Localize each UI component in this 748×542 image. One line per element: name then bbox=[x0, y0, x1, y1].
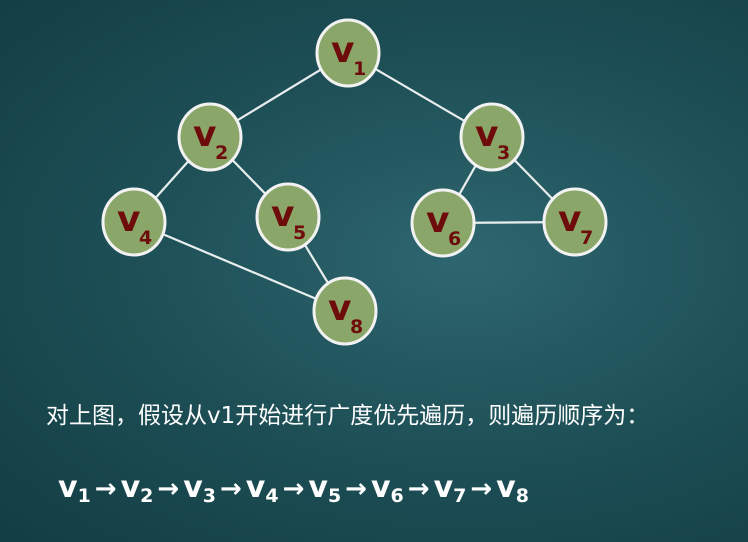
node-letter: v bbox=[475, 114, 498, 155]
vertex-subscript: 6 bbox=[390, 485, 404, 507]
node-subscript: 2 bbox=[215, 142, 228, 164]
node-letter: v bbox=[117, 199, 140, 240]
node-v7: v7 bbox=[542, 187, 608, 257]
arrow-icon: → bbox=[282, 474, 305, 504]
vertex-subscript: 7 bbox=[453, 485, 467, 507]
node-subscript: 7 bbox=[580, 227, 593, 249]
vertex-letter: v bbox=[433, 470, 454, 505]
node-subscript: 6 bbox=[448, 228, 461, 250]
vertex-letter: v bbox=[183, 470, 203, 505]
node-v2: v2 bbox=[177, 102, 243, 172]
vertex-letter: v bbox=[496, 470, 516, 505]
edge-v3-v6 bbox=[458, 164, 477, 196]
vertex-subscript: 4 bbox=[265, 485, 279, 507]
arrow-icon: → bbox=[219, 474, 242, 504]
node-subscript: 4 bbox=[139, 227, 152, 249]
edge-v1-v3 bbox=[374, 67, 466, 123]
vertex-letter: v bbox=[120, 470, 141, 505]
vertex-letter: v bbox=[58, 470, 78, 505]
edge-v1-v2 bbox=[236, 68, 322, 122]
vertex-letter: v bbox=[245, 470, 266, 505]
arrow-icon: → bbox=[470, 474, 493, 504]
slide: v1v2v3v4v5v6v7v8 对上图，假设从v1开始进行广度优先遍历，则遍历… bbox=[0, 0, 748, 542]
sequence-vertex: v4 bbox=[245, 470, 279, 507]
vertex-letter: v bbox=[308, 470, 328, 505]
sequence-vertex: v5 bbox=[308, 470, 342, 507]
edge-v2-v4 bbox=[154, 160, 190, 199]
sequence-vertex: v7 bbox=[433, 470, 467, 507]
node-letter: v bbox=[426, 200, 449, 241]
sequence-vertex: v6 bbox=[370, 470, 404, 507]
vertex-subscript: 3 bbox=[202, 485, 216, 507]
node-v6: v6 bbox=[410, 188, 476, 258]
sequence-vertex: v1 bbox=[58, 470, 91, 507]
vertex-subscript: 1 bbox=[77, 485, 91, 507]
node-v5: v5 bbox=[255, 182, 321, 252]
node-letter: v bbox=[271, 194, 294, 235]
sequence-vertex: v3 bbox=[183, 470, 216, 507]
arrow-icon: → bbox=[407, 474, 430, 504]
arrow-icon: → bbox=[157, 474, 180, 504]
node-v8: v8 bbox=[312, 276, 378, 346]
vertex-subscript: 2 bbox=[140, 485, 154, 507]
edge-v3-v7 bbox=[513, 159, 554, 200]
node-subscript: 3 bbox=[497, 142, 510, 164]
node-letter: v bbox=[328, 288, 351, 329]
edge-v5-v8 bbox=[303, 244, 330, 284]
vertex-letter: v bbox=[370, 470, 391, 505]
arrow-icon: → bbox=[94, 474, 117, 504]
sequence-vertex: v2 bbox=[120, 470, 154, 507]
node-v4: v4 bbox=[101, 187, 167, 257]
graph-diagram: v1v2 v3v4v5 v6 v7v8 bbox=[101, 18, 608, 346]
node-letter: v bbox=[193, 114, 216, 155]
node-subscript: 8 bbox=[350, 316, 363, 338]
caption-text: 对上图，假设从v1开始进行广度优先遍历，则遍历顺序为： bbox=[46, 403, 650, 429]
node-letter: v bbox=[331, 30, 354, 71]
node-v3: v3 bbox=[459, 102, 525, 172]
vertex-subscript: 5 bbox=[327, 485, 342, 507]
node-v1: v1 bbox=[315, 18, 381, 88]
traversal-sequence: v1 → v2 → v3 → v4 → v5 → v6 → v7 → v8 bbox=[58, 470, 718, 507]
node-letter: v bbox=[558, 199, 581, 240]
node-subscript: 1 bbox=[353, 58, 366, 80]
edge-v6-v7 bbox=[473, 221, 545, 224]
vertex-subscript: 8 bbox=[515, 485, 529, 507]
edge-v2-v5 bbox=[231, 159, 267, 195]
sequence-vertex: v8 bbox=[496, 470, 529, 507]
node-subscript: 5 bbox=[293, 222, 306, 244]
arrow-icon: → bbox=[345, 474, 367, 504]
